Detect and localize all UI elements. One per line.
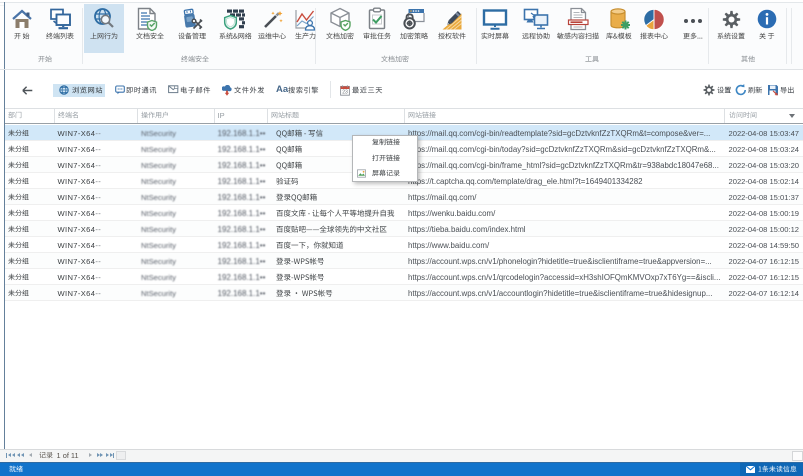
svg-text:23: 23 — [342, 90, 348, 96]
